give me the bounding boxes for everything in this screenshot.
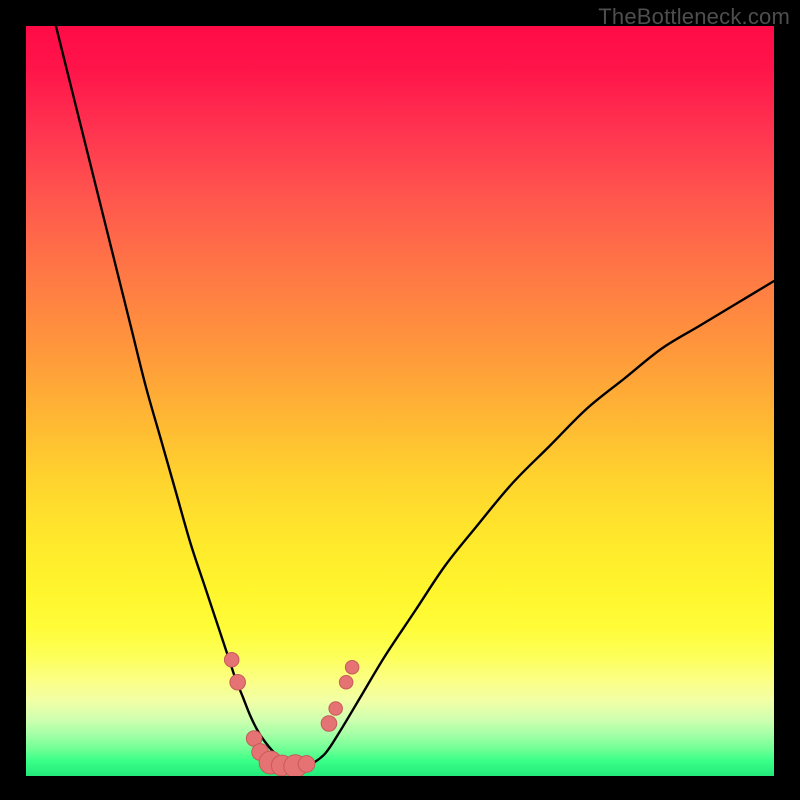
data-marker xyxy=(345,660,359,674)
data-marker xyxy=(230,674,246,690)
watermark-text: TheBottleneck.com xyxy=(598,4,790,30)
plot-area xyxy=(26,26,774,776)
data-marker xyxy=(321,716,337,732)
data-marker xyxy=(339,675,353,689)
data-marker xyxy=(224,652,239,667)
chart-frame: TheBottleneck.com xyxy=(0,0,800,800)
curve-layer xyxy=(26,26,774,776)
curve-right-branch xyxy=(303,281,774,767)
curve-left-branch xyxy=(56,26,303,767)
data-marker xyxy=(298,756,315,773)
data-marker xyxy=(329,702,343,716)
